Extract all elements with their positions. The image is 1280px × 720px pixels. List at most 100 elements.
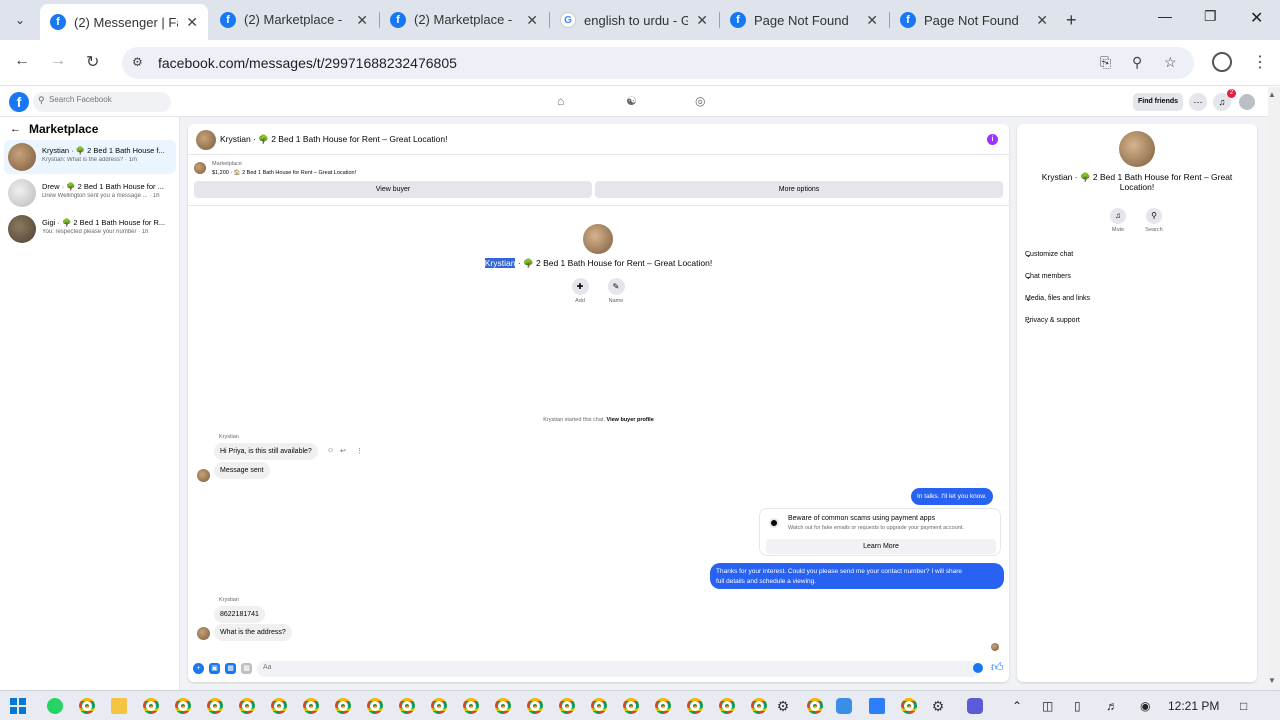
chrome-icon[interactable] (655, 698, 671, 714)
chrome-icon[interactable] (239, 698, 255, 714)
address-bar[interactable]: ⚙ facebook.com/messages/t/29971688232476… (122, 47, 1194, 79)
incoming-message[interactable]: Message sent (214, 462, 270, 479)
sticker-icon[interactable]: ▦ (225, 663, 236, 674)
chrome-icon[interactable] (559, 698, 575, 714)
notification-center-icon[interactable]: □ (1240, 699, 1247, 713)
info-icon[interactable]: i (987, 134, 998, 145)
close-icon[interactable]: ✕ (526, 12, 538, 29)
chrome-icon[interactable] (335, 698, 351, 714)
message-field[interactable] (257, 661, 980, 677)
show-hidden-icons-chevron-icon[interactable]: ⌃ (1012, 699, 1022, 713)
section-privacy-support[interactable]: Privacy & support ⌄ (1025, 313, 1249, 329)
photo-icon[interactable]: ▣ (209, 663, 220, 674)
chrome-icon[interactable] (495, 698, 511, 714)
reply-icon[interactable]: ↩ (340, 447, 346, 455)
browser-tab[interactable]: f Page Not Found ✕ (890, 4, 1058, 36)
battery-icon[interactable]: ▯ (1074, 699, 1081, 713)
zoom-icon[interactable]: ⚲ (1132, 54, 1142, 71)
close-icon[interactable]: ✕ (356, 12, 368, 29)
emoji-icon[interactable] (973, 663, 983, 673)
account-avatar[interactable] (1239, 94, 1255, 110)
chrome-icon[interactable] (527, 698, 543, 714)
outgoing-message[interactable]: In talks. I'll let you know. (911, 488, 993, 505)
menu-grid-icon[interactable]: ⋯ (1189, 93, 1207, 111)
chrome-icon[interactable] (901, 698, 917, 714)
marketplace-icon[interactable]: ◎ (695, 94, 705, 108)
outgoing-message[interactable]: Thanks for your interest. Could you plea… (710, 563, 1004, 589)
conversation-item[interactable]: Gigi · 🌳 2 Bed 1 Bath House for R... You… (4, 212, 176, 246)
chat-title[interactable]: Krystian · 🌳 2 Bed 1 Bath House for Rent… (220, 134, 447, 145)
chrome-icon[interactable] (807, 698, 823, 714)
minimize-icon[interactable]: — (1158, 8, 1172, 24)
find-friends-button[interactable]: Find friends (1133, 93, 1183, 111)
react-emoji-icon[interactable]: ☺ (327, 447, 334, 454)
facebook-search[interactable]: ⚲ (33, 92, 171, 112)
reload-icon[interactable]: ↻ (86, 52, 99, 72)
search-action[interactable]: ⚲ Search (1139, 208, 1169, 233)
back-arrow-icon[interactable]: ← (14, 52, 30, 70)
browser-tab[interactable]: f (2) Messenger | Fac ✕ (40, 4, 208, 40)
facebook-logo-icon[interactable]: f (9, 92, 29, 112)
wifi-icon[interactable]: ◉ (1140, 699, 1150, 713)
tab-search-chevron-icon[interactable]: ⌄ (8, 8, 32, 32)
conversation-item[interactable]: Krystian · 🌳 2 Bed 1 Bath House f... Kry… (4, 140, 176, 174)
browser-menu-icon[interactable]: ⋮ (1252, 52, 1268, 72)
restore-icon[interactable]: ❐ (1204, 8, 1217, 25)
name-action[interactable]: ✎ Name (601, 278, 631, 304)
bookmark-star-icon[interactable]: ☆ (1164, 54, 1177, 71)
avatar[interactable] (196, 130, 216, 150)
file-explorer-icon[interactable] (111, 698, 127, 714)
gif-icon[interactable]: ▩ (241, 663, 252, 674)
incoming-message[interactable]: 8622181741 (214, 606, 265, 623)
windows-start-icon[interactable] (10, 698, 26, 714)
install-app-icon[interactable]: ⎘ (1100, 54, 1111, 71)
mute-action[interactable]: ♫ Mute (1103, 208, 1133, 233)
window-close-icon[interactable]: ✕ (1250, 8, 1263, 28)
scroll-up-icon[interactable]: ▲ (1268, 90, 1276, 99)
incoming-message[interactable]: Hi Priya, is this still available? (214, 443, 318, 460)
volume-icon[interactable]: ♬ (1106, 699, 1118, 713)
chrome-icon[interactable] (175, 698, 191, 714)
search-icon[interactable]: ⚲ (1146, 208, 1162, 224)
learn-more-button[interactable]: Learn More (766, 539, 996, 554)
browser-tab[interactable]: f (2) Marketplace - 🦎 ✕ (210, 4, 378, 36)
document-icon[interactable] (869, 698, 885, 714)
chrome-icon[interactable] (207, 698, 223, 714)
browser-profile-icon[interactable] (1212, 52, 1232, 72)
incoming-message[interactable]: What is the address? (214, 624, 292, 641)
section-media-files-links[interactable]: Media, files and links ⌄ (1025, 291, 1249, 307)
whatsapp-icon[interactable] (47, 698, 63, 714)
page-scrollbar[interactable] (1268, 87, 1280, 690)
pencil-icon[interactable]: ✎ (607, 278, 625, 295)
chrome-icon[interactable] (399, 698, 415, 714)
more-options-button[interactable]: More options (595, 181, 1003, 198)
thumbs-up-icon[interactable]: 👍︎ (991, 660, 1004, 675)
paint-icon[interactable] (836, 698, 852, 714)
add-action[interactable]: ✚ Add (565, 278, 595, 304)
conversation-item[interactable]: Drew · 🌳 2 Bed 1 Bath House for ... Drew… (4, 176, 176, 210)
chrome-icon[interactable] (591, 698, 607, 714)
more-actions-icon[interactable]: ⋮ (356, 447, 363, 455)
bell-icon[interactable]: ♫ (1110, 208, 1126, 224)
site-settings-icon[interactable]: ⚙ (132, 55, 143, 69)
view-buyer-profile-link[interactable]: View buyer profile (607, 417, 654, 423)
chrome-icon[interactable] (687, 698, 703, 714)
chrome-icon[interactable] (719, 698, 735, 714)
chrome-icon[interactable] (79, 698, 95, 714)
chrome-icon[interactable] (303, 698, 319, 714)
home-icon[interactable]: ⌂ (557, 94, 564, 108)
close-icon[interactable]: ✕ (866, 12, 878, 29)
add-person-icon[interactable]: ✚ (571, 278, 589, 295)
close-icon[interactable]: ✕ (186, 14, 198, 31)
section-chat-members[interactable]: Chat members ⌄ (1025, 269, 1249, 285)
browser-tab[interactable]: f Page Not Found ✕ (720, 4, 888, 36)
back-arrow-icon[interactable]: ← (10, 123, 21, 135)
chrome-icon[interactable] (463, 698, 479, 714)
scroll-down-icon[interactable]: ▼ (1268, 676, 1276, 685)
settings-gear-icon[interactable]: ⚙ (775, 698, 791, 714)
url-text[interactable]: facebook.com/messages/t/2997168823247680… (158, 55, 457, 71)
message-input[interactable] (263, 664, 863, 671)
new-tab-plus-icon[interactable]: + (1066, 10, 1077, 31)
tool-icon[interactable]: ⚙ (930, 698, 946, 714)
close-icon[interactable]: ✕ (1036, 12, 1048, 29)
